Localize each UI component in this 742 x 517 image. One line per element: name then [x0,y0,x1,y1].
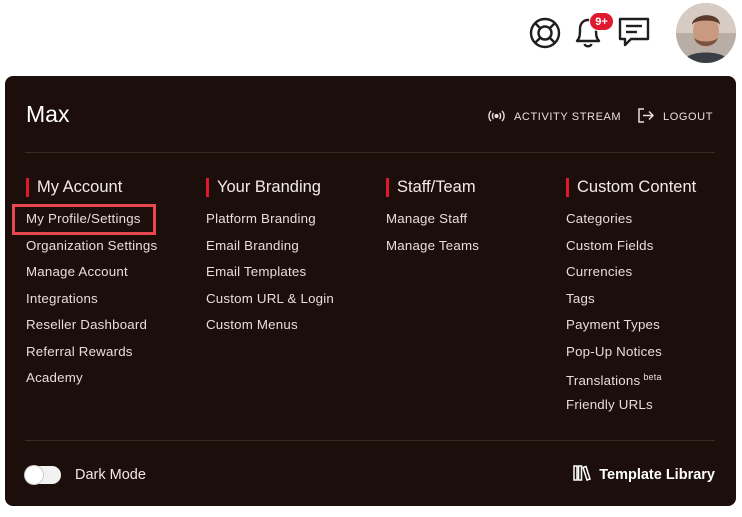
menu-item-academy[interactable]: Academy [26,369,201,396]
logout-icon [638,108,655,126]
menu-item-custom-menus[interactable]: Custom Menus [206,316,381,343]
menu-item-manage-staff[interactable]: Manage Staff [386,210,561,237]
menu-item-tags[interactable]: Tags [566,290,741,317]
menu-item-categories[interactable]: Categories [566,210,741,237]
column-heading: My Account [26,176,201,198]
menu-column-your-branding: Your Branding Platform Branding Email Br… [206,176,381,343]
menu-item-integrations[interactable]: Integrations [26,290,201,317]
menu-item-organization-settings[interactable]: Organization Settings [26,237,201,264]
menu-item-payment-types[interactable]: Payment Types [566,316,741,343]
menu-item-my-profile-settings[interactable]: My Profile/Settings [12,204,201,237]
menu-user-name: Max [26,101,70,127]
activity-stream-link[interactable]: ACTIVITY STREAM [488,109,621,125]
header-divider [25,152,715,153]
logout-label: LOGOUT [663,111,714,123]
menu-item-currencies[interactable]: Currencies [566,263,741,290]
menu-item-referral-rewards[interactable]: Referral Rewards [26,343,201,370]
menu-column-custom-content: Custom Content Categories Custom Fields … [566,176,741,422]
menu-item-custom-fields[interactable]: Custom Fields [566,237,741,264]
help-lifebuoy-icon[interactable] [528,16,562,50]
menu-item-platform-branding[interactable]: Platform Branding [206,210,381,237]
menu-item-friendly-urls[interactable]: Friendly URLs [566,396,741,423]
menu-column-my-account: My Account My Profile/Settings Organizat… [12,176,201,396]
notification-badge: 9+ [589,12,614,31]
template-library-label: Template Library [599,467,715,483]
chat-icon[interactable] [617,15,651,49]
menu-item-email-branding[interactable]: Email Branding [206,237,381,264]
menu-item-pop-up-notices[interactable]: Pop-Up Notices [566,343,741,370]
library-books-icon [573,465,592,485]
broadcast-icon [488,109,505,125]
column-heading: Staff/Team [386,176,561,198]
footer-divider [25,440,715,441]
template-library-link[interactable]: Template Library [573,465,715,485]
user-avatar[interactable] [676,3,736,63]
activity-stream-label: ACTIVITY STREAM [514,111,622,123]
top-bar: 9+ [0,0,742,70]
menu-item-email-templates[interactable]: Email Templates [206,263,381,290]
beta-tag: beta [643,372,662,382]
column-heading: Your Branding [206,176,381,198]
menu-item-custom-url-login[interactable]: Custom URL & Login [206,290,381,317]
menu-item-translations[interactable]: Translations beta [566,369,741,396]
dark-mode-toggle[interactable] [25,466,61,484]
menu-item-manage-teams[interactable]: Manage Teams [386,237,561,264]
dark-mode-label: Dark Mode [75,467,146,483]
menu-column-staff-team: Staff/Team Manage Staff Manage Teams [386,176,561,263]
logout-link[interactable]: LOGOUT [638,108,714,126]
column-heading: Custom Content [566,176,741,198]
account-dropdown-menu: Max ACTIVITY STREAM LOGOUT My Account My… [5,76,736,506]
menu-item-reseller-dashboard[interactable]: Reseller Dashboard [26,316,201,343]
menu-item-manage-account[interactable]: Manage Account [26,263,201,290]
